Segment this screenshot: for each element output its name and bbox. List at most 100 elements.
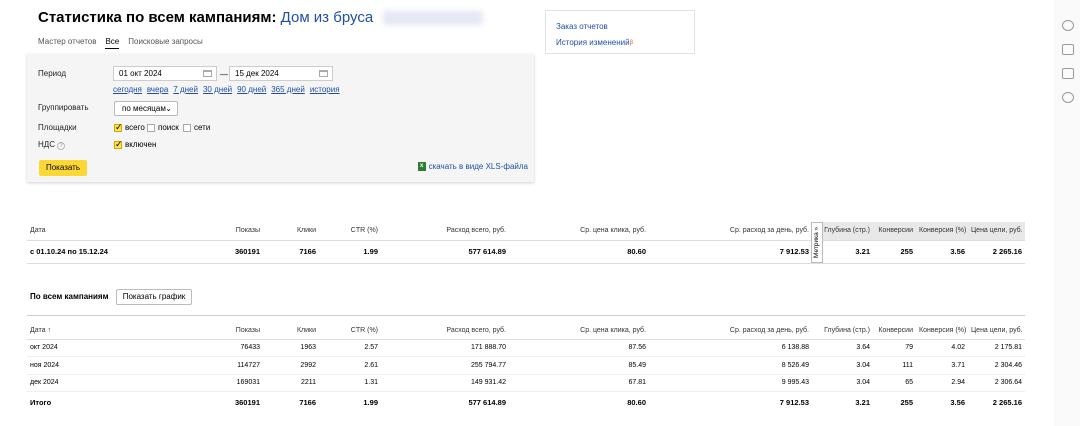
- excel-file-icon: x: [417, 162, 426, 171]
- platform-search-checkbox[interactable]: поиск: [147, 123, 179, 132]
- download-xls-link[interactable]: x скачать в виде XLS-файла: [417, 162, 528, 171]
- col-spend-header[interactable]: Расход всего, руб.: [381, 322, 509, 340]
- table-cell: 255 794.77: [381, 356, 509, 375]
- table-cell: 3.71: [916, 356, 968, 375]
- metrika-toggle[interactable]: Метрика »: [811, 222, 823, 263]
- col-ctr-header[interactable]: CTR (%): [319, 322, 381, 340]
- summary-total-row: с 01.10.24 по 15.12.24 360191 7166 1.99 …: [27, 240, 1025, 264]
- table-cell: 1963: [263, 339, 319, 357]
- platform-search-label: поиск: [158, 123, 179, 132]
- col-conversions-header[interactable]: Конверсии: [873, 222, 916, 241]
- table-cell: 4.02: [916, 339, 968, 357]
- date-to-input[interactable]: 15 дек 2024: [229, 66, 333, 81]
- summary-header-row: Дата Показы Клики CTR (%) Расход всего, …: [27, 222, 1025, 241]
- bell-icon[interactable]: [1062, 44, 1074, 55]
- date-from-input[interactable]: 01 окт 2024: [113, 66, 217, 81]
- table-cell: 1.31: [319, 374, 381, 392]
- col-cpc-header[interactable]: Ср. цена клика, руб.: [509, 322, 649, 340]
- col-date-header[interactable]: Дата: [27, 222, 197, 241]
- filter-panel: Период 01 окт 2024 — 15 дек 2024 сегодня…: [27, 54, 534, 182]
- group-label: Группировать: [38, 103, 89, 112]
- order-reports-link[interactable]: Заказ отчетов: [556, 22, 608, 31]
- show-graph-button[interactable]: Показать график: [116, 289, 192, 305]
- col-clicks-header[interactable]: Клики: [263, 222, 319, 241]
- col-clicks-header[interactable]: Клики: [263, 322, 319, 340]
- period-today-link[interactable]: сегодня: [113, 85, 142, 94]
- period-90-days-link[interactable]: 90 дней: [237, 85, 266, 94]
- col-impressions-header[interactable]: Показы: [197, 322, 263, 340]
- table-cell: 2211: [263, 374, 319, 392]
- total-cell: 7 912.53: [649, 391, 812, 414]
- col-spend-header[interactable]: Расход всего, руб.: [381, 222, 509, 241]
- platform-all-checkbox[interactable]: всего: [114, 122, 145, 133]
- detail-table: Дата ↑ Показы Клики CTR (%) Расход всего…: [27, 322, 1025, 414]
- date-from-value: 01 окт 2024: [119, 69, 162, 78]
- platforms-label: Площадки: [38, 123, 77, 132]
- table-cell: 2 306.64: [968, 374, 1025, 392]
- vat-group: включен: [114, 139, 174, 150]
- vat-included-checkbox[interactable]: включен: [114, 139, 157, 150]
- col-conversions-header[interactable]: Конверсии: [873, 322, 916, 340]
- table-cell: 2 304.46: [968, 356, 1025, 375]
- page-title-text: Статистика по всем кампаниям:: [38, 9, 277, 26]
- table-cell: 171 888.70: [381, 339, 509, 357]
- checkbox-checked-icon: [114, 139, 123, 150]
- report-links-panel: Заказ отчетов История измененийβ: [545, 10, 695, 54]
- calendar-icon[interactable]: [319, 70, 328, 77]
- table-cell: 169031: [197, 374, 263, 392]
- date-to-value: 15 дек 2024: [235, 69, 279, 78]
- tab-all[interactable]: Все: [105, 37, 120, 49]
- tab-report-master[interactable]: Мастер отчетов: [38, 37, 96, 49]
- table-cell: 3.04: [812, 374, 873, 392]
- platform-all-label: всего: [125, 123, 145, 132]
- table-cell: окт 2024: [27, 339, 197, 357]
- summary-cell: 255: [873, 240, 916, 264]
- period-7-days-link[interactable]: 7 дней: [173, 85, 198, 94]
- vat-included-label: включен: [125, 140, 157, 149]
- period-30-days-link[interactable]: 30 дней: [203, 85, 232, 94]
- blurred-campaign-id: [383, 11, 484, 26]
- group-by-select[interactable]: по месяцам ⌄: [114, 101, 178, 116]
- col-daily-spend-header[interactable]: Ср. расход за день, руб.: [649, 222, 812, 241]
- campaign-name-link[interactable]: Дом из бруса: [281, 9, 374, 26]
- platform-networks-checkbox[interactable]: сети: [183, 123, 210, 132]
- col-goal-cost-header[interactable]: Цена цели, руб.: [968, 222, 1025, 241]
- col-daily-spend-header[interactable]: Ср. расход за день, руб.: [649, 322, 812, 340]
- show-button[interactable]: Показать: [39, 160, 87, 176]
- table-cell: 149 931.42: [381, 374, 509, 392]
- detail-total-row: Итого 360191 7166 1.99 577 614.89 80.60 …: [27, 391, 1025, 414]
- table-cell: дек 2024: [27, 374, 197, 392]
- col-depth-header[interactable]: Глубина (стр.): [812, 322, 873, 340]
- chat-icon[interactable]: [1062, 20, 1074, 31]
- beta-badge: β: [629, 40, 634, 46]
- col-conversion-rate-header[interactable]: Конверсия (%): [916, 322, 968, 340]
- col-ctr-header[interactable]: CTR (%): [319, 222, 381, 241]
- total-cell: 7166: [263, 391, 319, 414]
- thumbs-up-icon[interactable]: [1062, 68, 1074, 79]
- tab-search-queries[interactable]: Поисковые запросы: [128, 37, 202, 49]
- report-tabs: Мастер отчетов Все Поисковые запросы: [38, 37, 203, 49]
- col-date-sort-header[interactable]: Дата ↑: [27, 322, 197, 340]
- summary-cell: 1.99: [319, 240, 381, 264]
- change-history-link[interactable]: История изменений: [556, 38, 630, 47]
- col-goal-cost-header[interactable]: Цена цели, руб.: [968, 322, 1025, 340]
- help-icon[interactable]: ?: [56, 142, 65, 150]
- col-impressions-header[interactable]: Показы: [197, 222, 263, 241]
- summary-cell: с 01.10.24 по 15.12.24: [27, 240, 197, 264]
- play-icon[interactable]: [1062, 92, 1074, 103]
- period-label: Период: [38, 69, 67, 78]
- col-cpc-header[interactable]: Ср. цена клика, руб.: [509, 222, 649, 241]
- period-365-days-link[interactable]: 365 дней: [271, 85, 305, 94]
- total-cell: 1.99: [319, 391, 381, 414]
- period-history-link[interactable]: история: [310, 85, 340, 94]
- total-cell: 360191: [197, 391, 263, 414]
- period-yesterday-link[interactable]: вчера: [147, 85, 168, 94]
- table-row: ноя 2024 114727 2992 2.61 255 794.77 85.…: [27, 356, 1025, 375]
- detail-header-row: Дата ↑ Показы Клики CTR (%) Расход всего…: [27, 322, 1025, 340]
- total-cell: 577 614.89: [381, 391, 509, 414]
- platforms-group: всего поиск сети: [114, 122, 314, 133]
- col-conversion-rate-header[interactable]: Конверсия (%): [916, 222, 968, 241]
- table-cell: 8 526.49: [649, 356, 812, 375]
- table-cell: 2992: [263, 356, 319, 375]
- calendar-icon[interactable]: [203, 70, 212, 77]
